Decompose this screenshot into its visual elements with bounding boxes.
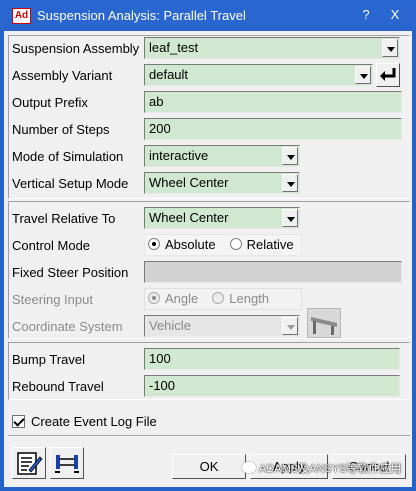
chevron-down-icon [282, 317, 298, 335]
dialog-window: Ad Suspension Analysis: Parallel Travel … [0, 0, 416, 491]
steering-rack-icon [311, 317, 337, 335]
fixed-steer-position-label: Fixed Steer Position [12, 265, 129, 280]
radio-unselected-icon[interactable] [229, 238, 242, 250]
control-mode-label: Control Mode [12, 238, 91, 253]
radio-unselected-icon [212, 292, 225, 304]
suspension-assembly-combo[interactable]: leaf_test [144, 37, 400, 59]
watermark-text: ADAMS及ANSYS等软件应用 [259, 463, 402, 475]
mode-of-simulation-combo[interactable]: interactive [144, 145, 300, 167]
chevron-down-icon[interactable] [282, 147, 298, 165]
checkbox-checked-icon[interactable] [12, 415, 25, 428]
radio-selected-icon[interactable] [148, 238, 160, 250]
coordinate-system-label: Coordinate System [12, 319, 123, 334]
steering-input-label: Steering Input [12, 292, 93, 307]
bump-travel-input[interactable]: 100 [144, 348, 400, 370]
control-mode-relative-option[interactable]: Relative [229, 237, 294, 252]
number-of-steps-label: Number of Steps [12, 122, 110, 137]
edit-document-icon [17, 452, 43, 475]
dialog-body: Suspension Assembly leaf_test Assembly V… [4, 31, 412, 487]
coordinate-system-combo: Vehicle [144, 315, 300, 337]
coordinate-system-value: Vehicle [149, 318, 191, 333]
enter-return-icon [380, 68, 396, 81]
close-button[interactable]: X [384, 5, 406, 25]
steering-input-angle-option: Angle [148, 291, 198, 306]
assembly-variant-combo[interactable]: default [144, 64, 373, 86]
rebound-travel-input[interactable]: -100 [144, 375, 400, 397]
fixed-steer-position-input[interactable] [144, 261, 402, 283]
chevron-down-icon[interactable] [355, 66, 371, 84]
travel-relative-to-combo[interactable]: Wheel Center [144, 207, 300, 229]
ok-button[interactable]: OK [172, 454, 246, 479]
radio-selected-icon [148, 292, 160, 304]
edit-document-button[interactable] [12, 447, 46, 479]
rebound-travel-label: Rebound Travel [12, 379, 104, 394]
steering-input-length-option: Length [212, 291, 269, 306]
help-button[interactable]: ? [355, 5, 377, 25]
travel-relative-to-label: Travel Relative To [12, 211, 116, 226]
mode-of-simulation-value: interactive [149, 148, 209, 163]
vertical-setup-mode-combo[interactable]: Wheel Center [144, 172, 300, 194]
output-prefix-input[interactable]: ab [144, 91, 402, 113]
number-of-steps-input[interactable]: 200 [144, 118, 402, 140]
travel-relative-to-value: Wheel Center [149, 210, 229, 225]
suspension-test-rig-button[interactable] [50, 447, 84, 479]
mode-of-simulation-label: Mode of Simulation [12, 149, 124, 164]
wechat-icon [242, 462, 256, 473]
enter-return-button[interactable] [376, 63, 400, 87]
chevron-down-icon[interactable] [282, 174, 298, 192]
steering-input-radio-group: Angle Length [144, 288, 302, 310]
vertical-setup-mode-label: Vertical Setup Mode [12, 176, 129, 191]
assembly-variant-value: default [149, 67, 189, 82]
chevron-down-icon[interactable] [282, 209, 298, 227]
watermark-overlay: ADAMS及ANSYS等软件应用 [242, 460, 401, 476]
suspension-test-rig-icon [55, 455, 79, 473]
divider [8, 435, 410, 437]
create-event-log-label: Create Event Log File [31, 414, 157, 429]
steering-rack-button [307, 308, 341, 338]
suspension-assembly-value: leaf_test [149, 40, 199, 55]
vertical-setup-mode-value: Wheel Center [149, 175, 229, 190]
output-prefix-label: Output Prefix [12, 95, 88, 110]
suspension-assembly-label: Suspension Assembly [12, 41, 140, 56]
adams-app-icon: Ad [12, 8, 31, 24]
chevron-down-icon[interactable] [382, 39, 398, 57]
window-title: Suspension Analysis: Parallel Travel [37, 8, 246, 23]
bump-travel-label: Bump Travel [12, 352, 85, 367]
title-bar[interactable]: Ad Suspension Analysis: Parallel Travel … [0, 0, 416, 30]
control-mode-absolute-option[interactable]: Absolute [148, 237, 216, 252]
control-mode-radio-group: Absolute Relative [144, 234, 302, 256]
create-event-log-checkbox[interactable]: Create Event Log File [12, 414, 157, 429]
assembly-variant-label: Assembly Variant [12, 68, 113, 83]
